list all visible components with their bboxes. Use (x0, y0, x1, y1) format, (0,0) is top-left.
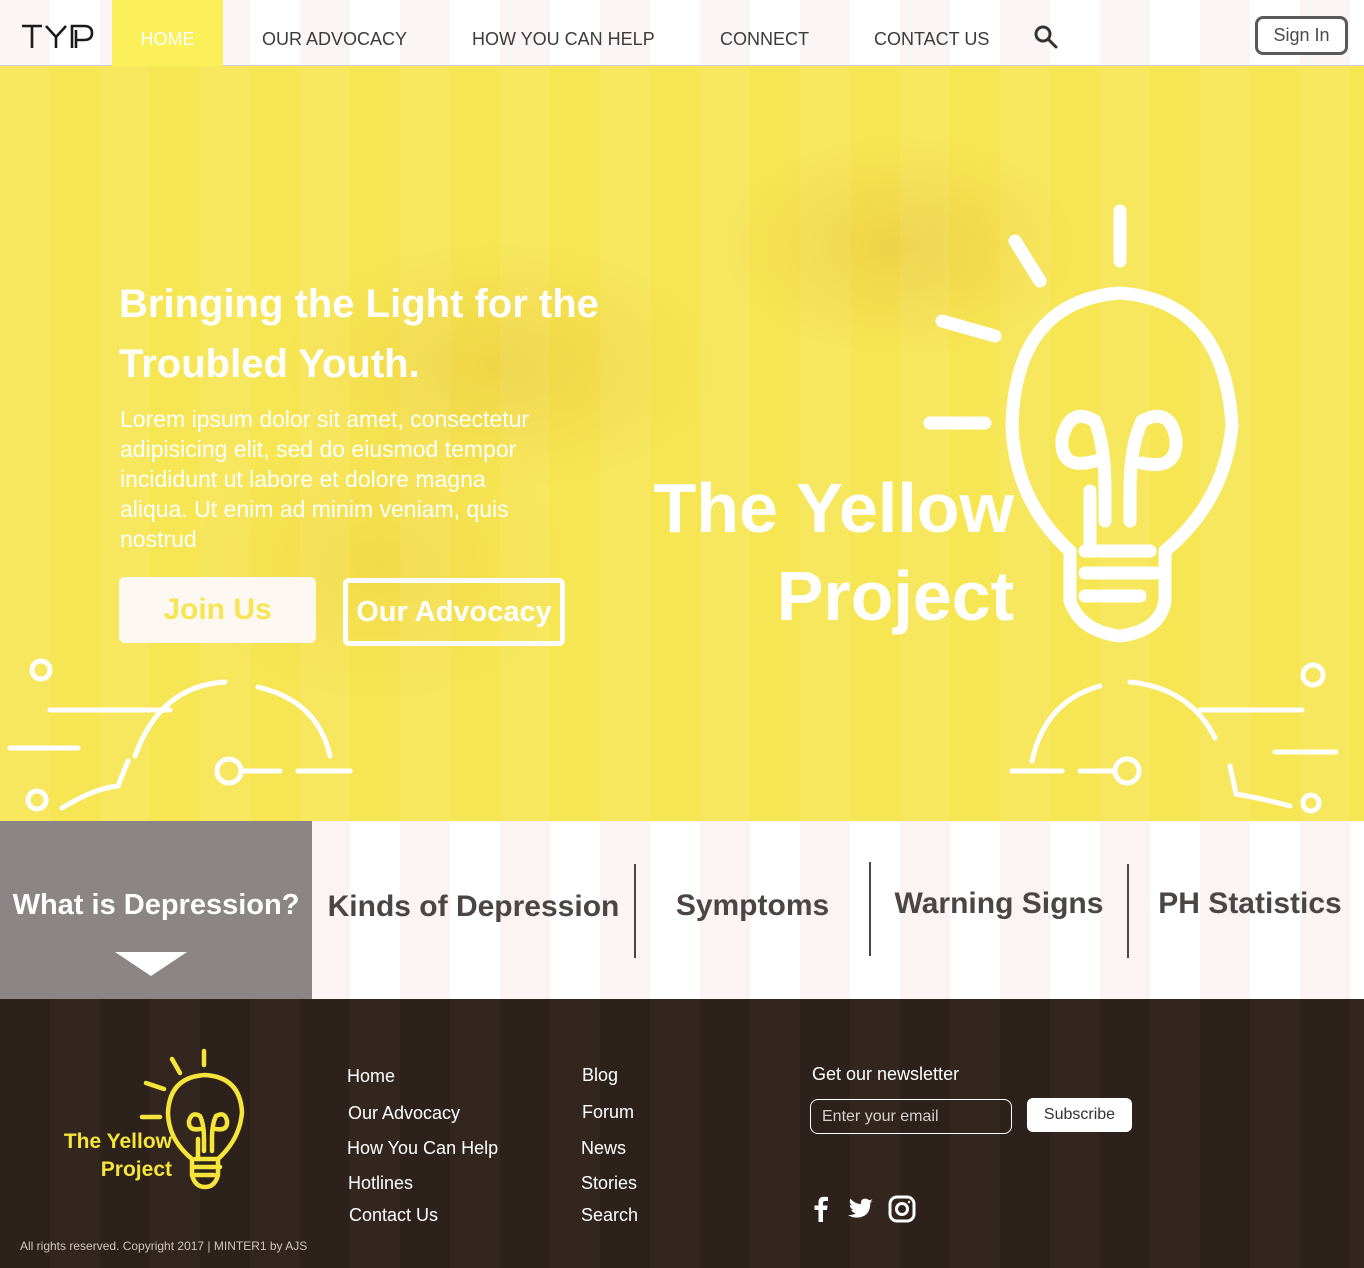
top-navbar: HOME OUR ADVOCACY HOW YOU CAN HELP CONNE… (0, 0, 1364, 66)
nav-contact-us[interactable]: CONTACT US (874, 0, 989, 66)
footer-link-forum[interactable]: Forum (582, 1102, 634, 1123)
footer-link-contact-us[interactable]: Contact Us (349, 1205, 438, 1226)
nav-our-advocacy[interactable]: OUR ADVOCACY (262, 0, 407, 66)
copyright-text: All rights reserved. Copyright 2017 | MI… (20, 1239, 308, 1253)
nav-how-you-can-help[interactable]: HOW YOU CAN HELP (472, 0, 655, 66)
tab-symptoms-label: Symptoms (675, 889, 830, 922)
our-advocacy-button[interactable]: Our Advocacy (343, 578, 565, 646)
join-us-button[interactable]: Join Us (119, 577, 316, 643)
footer-link-home[interactable]: Home (347, 1066, 395, 1087)
footer-link-stories[interactable]: Stories (581, 1173, 637, 1194)
sign-in-button[interactable]: Sign In (1255, 16, 1348, 55)
nav-connect[interactable]: CONNECT (720, 0, 809, 66)
footer-link-how-you-can-help[interactable]: How You Can Help (347, 1138, 498, 1159)
tab-warning-signs[interactable]: Warning Signs (871, 821, 1127, 999)
footer-link-news[interactable]: News (581, 1138, 626, 1159)
tab-kinds-of-depression-label: Kinds of Depression (327, 890, 620, 923)
tab-ph-statistics-label: PH Statistics (1158, 887, 1342, 920)
twitter-icon[interactable] (845, 1194, 875, 1224)
footer-brand-line2: Project (100, 1158, 172, 1181)
hero-title-line2: Troubled Youth. (119, 342, 420, 386)
newsletter-email-input[interactable] (810, 1099, 1012, 1134)
hero-banner: Bringing the Light for the Troubled Yout… (0, 66, 1364, 821)
tab-ph-statistics[interactable]: PH Statistics (1129, 821, 1364, 999)
footer-link-hotlines[interactable]: Hotlines (348, 1173, 413, 1194)
tab-what-is-depression-label: What is Depression? (12, 889, 300, 921)
tab-warning-signs-label: Warning Signs (894, 887, 1104, 920)
tab-what-is-depression[interactable]: What is Depression? (0, 821, 312, 999)
subscribe-button[interactable]: Subscribe (1027, 1098, 1132, 1132)
instagram-icon[interactable] (887, 1194, 917, 1224)
site-logo[interactable] (20, 22, 94, 50)
search-icon[interactable] (1033, 24, 1059, 50)
hero-decoration-right (1009, 662, 1339, 814)
topic-tabs: What is Depression? Kinds of Depression … (0, 821, 1364, 999)
lightbulb-icon (923, 204, 1239, 643)
caret-down-icon (115, 952, 187, 976)
footer-brand: The Yellow Project (52, 1128, 172, 1184)
footer-link-our-advocacy[interactable]: Our Advocacy (348, 1103, 460, 1124)
hero-title-line1: Bringing the Light for the (119, 282, 599, 326)
hero-decoration-left (7, 658, 353, 812)
footer-link-search[interactable]: Search (581, 1205, 638, 1226)
footer-link-blog[interactable]: Blog (582, 1065, 618, 1086)
facebook-icon[interactable] (806, 1194, 836, 1224)
hero-description: Lorem ipsum dolor sit amet, consectetur … (120, 406, 530, 552)
hero-title: Bringing the Light for the Troubled Yout… (119, 274, 639, 394)
site-footer: The Yellow Project Home Our Advocacy How… (0, 999, 1364, 1268)
tab-symptoms[interactable]: Symptoms (636, 821, 869, 999)
footer-brand-line1: The Yellow (63, 1130, 172, 1153)
tab-kinds-of-depression[interactable]: Kinds of Depression (312, 821, 635, 999)
newsletter-label: Get our newsletter (812, 1064, 960, 1084)
nav-home[interactable]: HOME (112, 0, 223, 66)
